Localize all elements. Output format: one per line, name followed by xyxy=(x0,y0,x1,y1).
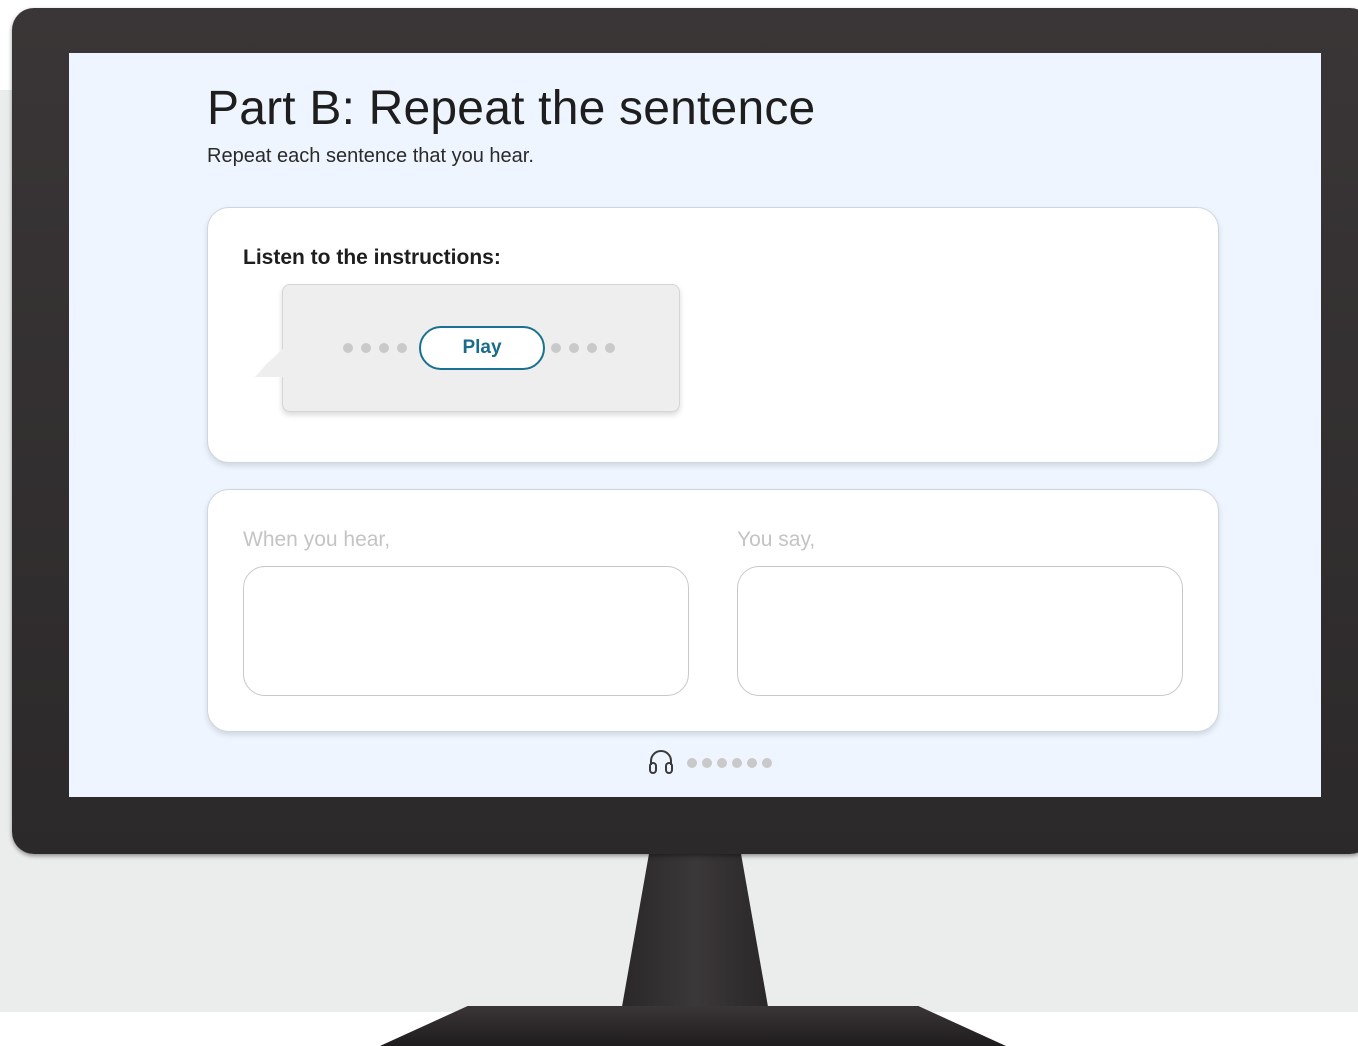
progress-dot xyxy=(762,758,772,768)
page-title: Part B: Repeat the sentence xyxy=(207,82,816,135)
hear-label: When you hear, xyxy=(243,528,391,551)
audio-bubble: Play xyxy=(255,284,680,412)
audio-dot xyxy=(551,343,561,353)
progress-dot xyxy=(747,758,757,768)
audio-dot xyxy=(343,343,353,353)
instructions-label: Listen to the instructions: xyxy=(243,246,501,269)
progress-dot xyxy=(717,758,727,768)
hear-box xyxy=(243,566,689,696)
audio-dot xyxy=(587,343,597,353)
headphones-icon xyxy=(647,749,675,775)
response-card: When you hear, You say, xyxy=(207,489,1219,732)
audio-dot xyxy=(397,343,407,353)
say-box xyxy=(737,566,1183,696)
monitor-stand-base xyxy=(380,1006,1006,1046)
bubble-tail xyxy=(255,347,285,377)
progress-dot xyxy=(687,758,697,768)
audio-dot xyxy=(569,343,579,353)
monitor-screen: Part B: Repeat the sentence Repeat each … xyxy=(69,53,1321,797)
page-subtitle: Repeat each sentence that you hear. xyxy=(207,145,534,167)
audio-dot xyxy=(605,343,615,353)
audio-dot xyxy=(379,343,389,353)
progress-dot xyxy=(702,758,712,768)
instructions-card: Listen to the instructions: Play xyxy=(207,207,1219,463)
say-label: You say, xyxy=(737,528,816,551)
play-button[interactable]: Play xyxy=(419,326,545,370)
progress-dot xyxy=(732,758,742,768)
audio-dot xyxy=(361,343,371,353)
